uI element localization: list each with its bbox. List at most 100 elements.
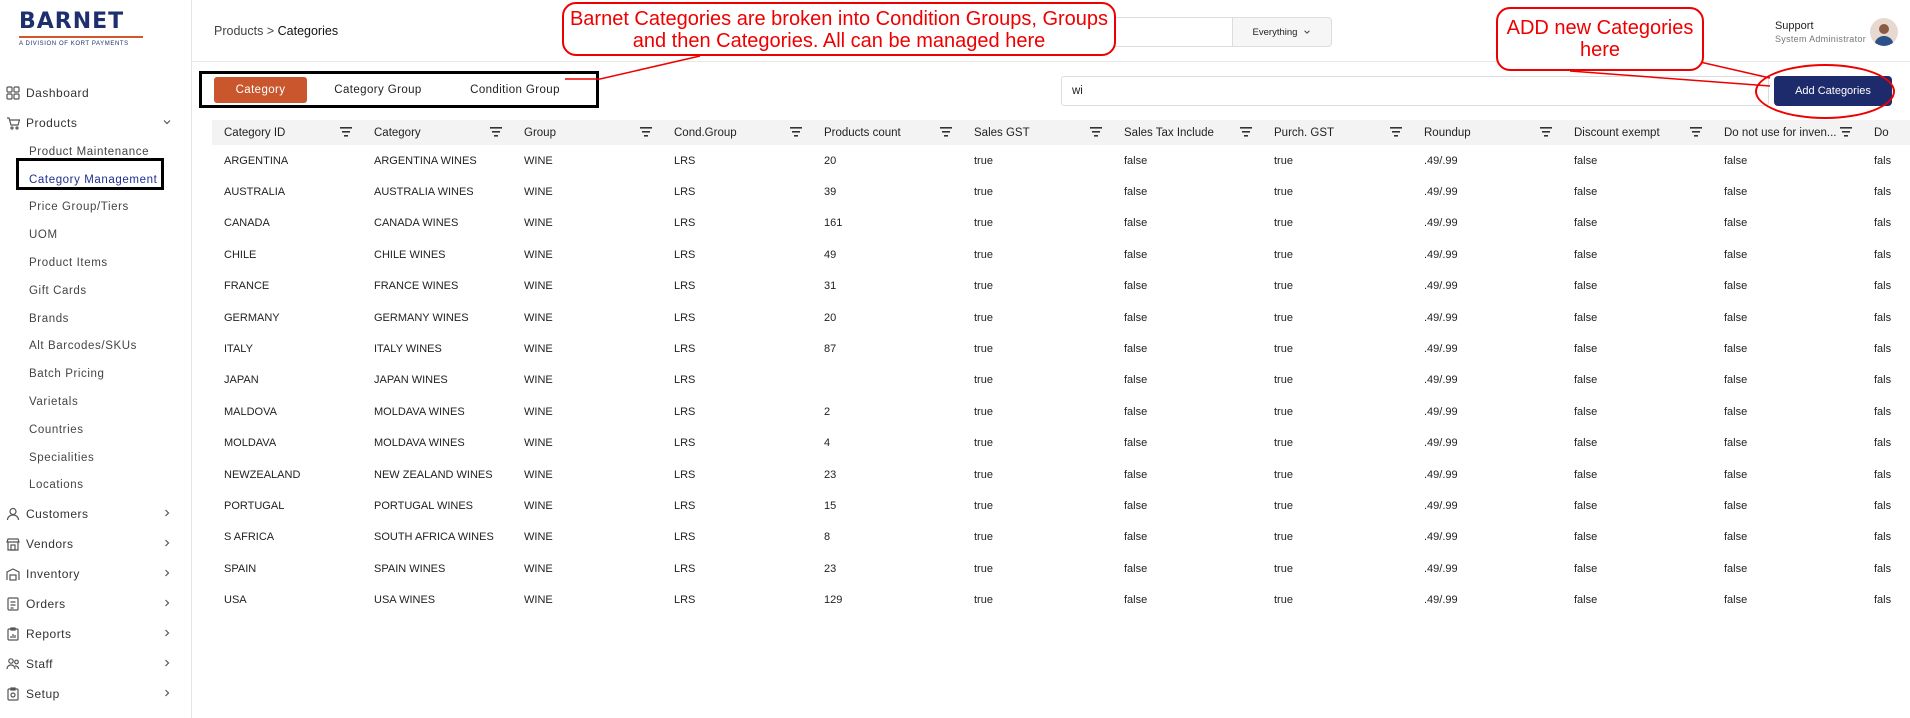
- breadcrumb: Products > Categories: [214, 24, 338, 38]
- breadcrumb-parent[interactable]: Products: [214, 24, 263, 38]
- chevron-right-icon: [165, 599, 170, 607]
- column-header[interactable]: Do: [1862, 120, 1910, 145]
- sidebar-subitem-specialities[interactable]: Specialities: [0, 444, 192, 472]
- table-cell: true: [974, 437, 993, 450]
- table-row[interactable]: ITALY ITALY WINES WINE LRS 87 true false true .4…: [212, 333, 1910, 364]
- table-cell: false: [1724, 280, 1748, 293]
- user-info[interactable]: Support System Administrator: [1775, 20, 1866, 44]
- sidebar-item-setup[interactable]: Setup: [0, 679, 192, 709]
- table-cell: ITALY WINES: [374, 343, 442, 356]
- chevron-down-icon: [1304, 30, 1311, 34]
- sidebar: BARNET A DIVISION OF KORT PAYMENTS Dashb…: [0, 0, 192, 718]
- filter-icon[interactable]: [490, 127, 502, 137]
- column-header[interactable]: Roundup: [1412, 120, 1562, 145]
- column-header[interactable]: Sales GST: [962, 120, 1112, 145]
- table-row[interactable]: AUSTRALIA AUSTRALIA WINES WINE LRS 39 true fal…: [212, 176, 1910, 207]
- filter-icon[interactable]: [940, 127, 952, 137]
- sidebar-subitem-gift-cards[interactable]: Gift Cards: [0, 277, 192, 305]
- column-header[interactable]: Discount exempt: [1562, 120, 1712, 145]
- column-header[interactable]: Group: [512, 120, 662, 145]
- filter-icon[interactable]: [1690, 127, 1702, 137]
- sidebar-subitem-brands[interactable]: Brands: [0, 305, 192, 333]
- tab-condition-group[interactable]: Condition Group: [449, 77, 581, 103]
- filter-icon[interactable]: [640, 127, 652, 137]
- sidebar-item-customers[interactable]: Customers: [0, 499, 192, 529]
- breadcrumb-current: Categories: [277, 24, 339, 38]
- column-header-label: Category: [374, 126, 421, 139]
- app-root: BARNET A DIVISION OF KORT PAYMENTS Dashb…: [0, 0, 1910, 718]
- table-cell: false: [1574, 248, 1598, 261]
- sidebar-item-inventory[interactable]: Inventory: [0, 559, 192, 589]
- filter-icon[interactable]: [340, 127, 352, 137]
- column-header[interactable]: Products count: [812, 120, 962, 145]
- table-cell: 4: [824, 437, 831, 450]
- table-cell: true: [974, 248, 993, 261]
- sidebar-item-reports[interactable]: Reports: [0, 619, 192, 649]
- categories-table-container[interactable]: Category ID Category Group Cond.Group Produc…: [212, 120, 1910, 620]
- table-cell: CANADA WINES: [374, 217, 459, 230]
- table-row[interactable]: CHILE CHILE WINES WINE LRS 49 true false true .4…: [212, 239, 1910, 270]
- table-row[interactable]: NEWZEALAND NEW ZEALAND WINES WINE LRS 23 true…: [212, 459, 1910, 490]
- table-row[interactable]: MOLDAVA MOLDAVA WINES WINE LRS 4 true false tru…: [212, 428, 1910, 459]
- category-filter-input[interactable]: [1061, 76, 1769, 106]
- filter-icon[interactable]: [1540, 127, 1552, 137]
- table-row[interactable]: SPAIN SPAIN WINES WINE LRS 23 true false true .4…: [212, 553, 1910, 584]
- table-cell: false: [1124, 499, 1148, 512]
- table-cell: true: [974, 468, 993, 481]
- column-header[interactable]: Do not use for inven...: [1712, 120, 1862, 145]
- table-row[interactable]: MALDOVA MOLDAVA WINES WINE LRS 2 true false tru…: [212, 396, 1910, 427]
- table-cell: true: [1274, 499, 1293, 512]
- filter-icon[interactable]: [1240, 127, 1252, 137]
- table-body: ARGENTINA ARGENTINA WINES WINE LRS 20 true fal…: [212, 145, 1910, 616]
- table-cell: WINE: [524, 186, 553, 199]
- filter-icon[interactable]: [790, 127, 802, 137]
- table-row[interactable]: S AFRICA SOUTH AFRICA WINES WINE LRS 8 true fa…: [212, 522, 1910, 553]
- sidebar-subitem-product-items[interactable]: Product Items: [0, 249, 192, 277]
- sidebar-item-vendors[interactable]: Vendors: [0, 529, 192, 559]
- table-cell: true: [974, 154, 993, 167]
- table-row[interactable]: USA USA WINES WINE LRS 129 true false true .49/.…: [212, 584, 1910, 615]
- table-row[interactable]: GERMANY GERMANY WINES WINE LRS 20 true false tr…: [212, 302, 1910, 333]
- sidebar-subitem-category-management[interactable]: Category Management: [0, 166, 192, 194]
- column-header[interactable]: Sales Tax Include: [1112, 120, 1262, 145]
- search-scope-select[interactable]: Everything: [1232, 17, 1332, 47]
- filter-icon[interactable]: [1840, 127, 1852, 137]
- sidebar-subitem-countries[interactable]: Countries: [0, 416, 192, 444]
- sidebar-item-orders[interactable]: Orders: [0, 589, 192, 619]
- table-row[interactable]: JAPAN JAPAN WINES WINE LRS true false true .49/…: [212, 365, 1910, 396]
- table-row[interactable]: PORTUGAL PORTUGAL WINES WINE LRS 15 true false…: [212, 490, 1910, 521]
- add-categories-button[interactable]: Add Categories: [1774, 76, 1892, 106]
- column-header[interactable]: Purch. GST: [1262, 120, 1412, 145]
- column-header[interactable]: Category: [362, 120, 512, 145]
- tab-category-group[interactable]: Category Group: [307, 77, 449, 103]
- column-header-label: Purch. GST: [1274, 126, 1335, 139]
- tab-category[interactable]: Category: [214, 76, 307, 103]
- filter-icon[interactable]: [1090, 127, 1102, 137]
- sidebar-subitem-varietals[interactable]: Varietals: [0, 388, 192, 416]
- column-header[interactable]: Category ID: [212, 120, 362, 145]
- sidebar-subitem-batch-pricing[interactable]: Batch Pricing: [0, 360, 192, 388]
- filter-icon[interactable]: [1390, 127, 1402, 137]
- sidebar-item-label: Products: [26, 116, 78, 130]
- sidebar-subitem-alt-barcodes[interactable]: Alt Barcodes/SKUs: [0, 333, 192, 361]
- sidebar-subitem-uom[interactable]: UOM: [0, 221, 192, 249]
- table-row[interactable]: ARGENTINA ARGENTINA WINES WINE LRS 20 true fal…: [212, 145, 1910, 176]
- table-cell: MOLDAVA WINES: [374, 437, 465, 450]
- table-cell: .49/.99: [1424, 531, 1458, 544]
- sidebar-subitem-locations[interactable]: Locations: [0, 472, 192, 500]
- sidebar-item-dashboard[interactable]: Dashboard: [0, 78, 192, 108]
- column-header[interactable]: Cond.Group: [662, 120, 812, 145]
- sidebar-item-products[interactable]: Products: [0, 108, 192, 138]
- table-row[interactable]: FRANCE FRANCE WINES WINE LRS 31 true false true…: [212, 271, 1910, 302]
- sidebar-subitem-product-maintenance[interactable]: Product Maintenance: [0, 138, 192, 166]
- table-cell: false: [1574, 594, 1598, 607]
- table-cell: .49/.99: [1424, 280, 1458, 293]
- column-header-label: Roundup: [1424, 126, 1471, 139]
- sidebar-subitem-price-group-tiers[interactable]: Price Group/Tiers: [0, 194, 192, 222]
- table-row[interactable]: CANADA CANADA WINES WINE LRS 161 true false tru…: [212, 208, 1910, 239]
- table-cell: AUSTRALIA WINES: [374, 186, 474, 199]
- sidebar-item-label: Dashboard: [26, 86, 90, 100]
- brand-logo[interactable]: BARNET A DIVISION OF KORT PAYMENTS: [19, 10, 143, 47]
- sidebar-item-staff[interactable]: Staff: [0, 649, 192, 679]
- avatar[interactable]: [1870, 18, 1898, 46]
